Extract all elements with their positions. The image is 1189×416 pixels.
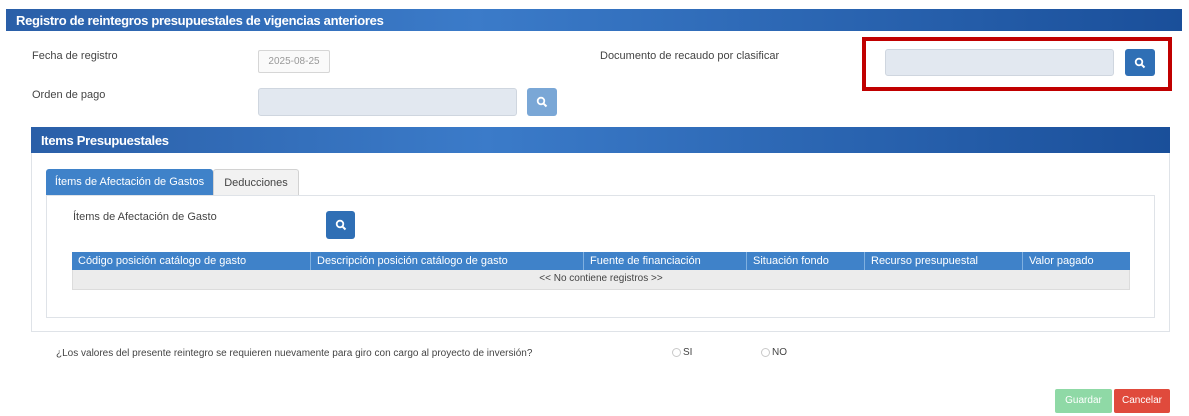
search-icon: [536, 96, 548, 108]
radio-circle[interactable]: [761, 348, 770, 357]
page-title: Registro de reintegros presupuestales de…: [6, 9, 1182, 31]
column-header[interactable]: Descripción posición catálogo de gasto: [311, 252, 584, 270]
items-section-title: Items Presupuestales: [31, 127, 1170, 153]
column-header[interactable]: Código posición catálogo de gasto: [72, 252, 311, 270]
orden-pago-label: Orden de pago: [32, 89, 106, 101]
table-empty-row: << No contiene registros >>: [72, 270, 1130, 290]
radio-no[interactable]: NO: [761, 347, 787, 358]
orden-pago-input[interactable]: [258, 88, 517, 116]
radio-no-label: NO: [772, 347, 787, 358]
column-header[interactable]: Fuente de financiación: [584, 252, 747, 270]
tab-afectacion-gastos[interactable]: Ítems de Afectación de Gastos: [46, 169, 213, 196]
highlight-box: [862, 37, 1172, 91]
save-button[interactable]: Guardar: [1055, 389, 1112, 413]
items-search-button[interactable]: [326, 211, 355, 239]
tab-deducciones[interactable]: Deducciones: [213, 169, 299, 196]
radio-si-label: SI: [683, 347, 693, 358]
orden-search-button[interactable]: [527, 88, 557, 116]
fecha-registro-field[interactable]: 2025-08-25: [258, 50, 330, 73]
radio-circle[interactable]: [672, 348, 681, 357]
fecha-registro-label: Fecha de registro: [32, 50, 118, 62]
column-header[interactable]: Situación fondo: [747, 252, 865, 270]
inversion-question: ¿Los valores del presente reintegro se r…: [56, 348, 533, 359]
documento-recaudo-label: Documento de recaudo por clasificar: [600, 50, 780, 62]
radio-si[interactable]: SI: [672, 347, 692, 358]
cancel-button[interactable]: Cancelar: [1114, 389, 1170, 413]
column-header[interactable]: Recurso presupuestal: [865, 252, 1023, 270]
column-header[interactable]: Valor pagado: [1023, 252, 1130, 270]
items-afectacion-label: Ítems de Afectación de Gasto: [73, 211, 217, 223]
items-table-header: Código posición catálogo de gasto Descri…: [72, 252, 1130, 270]
search-icon: [335, 219, 346, 231]
